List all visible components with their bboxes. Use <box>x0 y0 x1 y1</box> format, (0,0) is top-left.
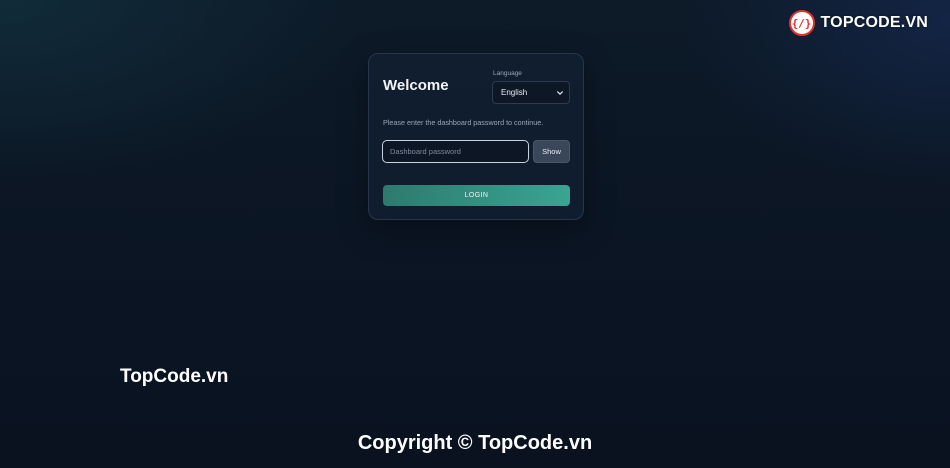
instruction-text: Please enter the dashboard password to c… <box>383 118 544 127</box>
logo-badge-icon: {/} <box>788 10 815 36</box>
login-card: Welcome Language English Please enter th… <box>368 53 584 220</box>
copyright-text: Copyright © TopCode.vn <box>357 432 593 454</box>
language-select-value: English <box>501 88 528 97</box>
language-select[interactable]: English <box>492 81 570 104</box>
show-password-button[interactable]: Show <box>533 140 570 163</box>
password-input[interactable] <box>382 140 529 163</box>
chevron-down-icon <box>557 90 563 95</box>
watermark-text: TopCode.vn <box>120 366 229 387</box>
language-label: Language <box>493 70 522 77</box>
login-button[interactable]: LOGIN <box>383 185 570 206</box>
page-title: Welcome <box>383 77 449 94</box>
logo-text: TOPCODE.VN <box>820 14 928 31</box>
topcode-logo: {/} TOPCODE.VN <box>788 10 929 36</box>
